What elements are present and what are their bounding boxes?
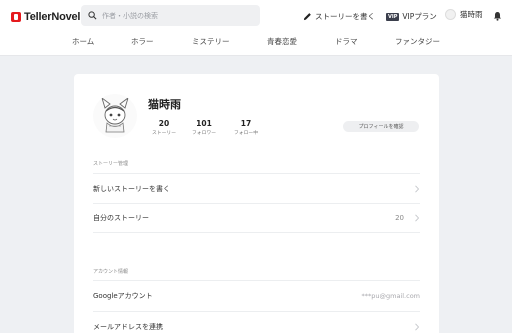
nav-item-mystery[interactable]: ミステリー xyxy=(192,36,230,47)
stat-value: 20 xyxy=(158,119,170,128)
row-new-story[interactable]: 新しいストーリーを書く xyxy=(93,173,420,203)
search-box[interactable] xyxy=(81,5,260,26)
brand-logo[interactable]: TellerNovel xyxy=(11,10,80,24)
top-header: TellerNovel ストーリーを書く VIP VIPプラン 猫時雨 ホーム … xyxy=(0,0,512,56)
avatar xyxy=(445,9,456,20)
row-link-email[interactable]: メールアドレスを連携 xyxy=(93,311,420,333)
row-label: メールアドレスを連携 xyxy=(93,322,163,331)
search-input[interactable] xyxy=(102,11,242,20)
cat-avatar-icon xyxy=(101,96,129,133)
chevron-right-icon xyxy=(415,184,420,193)
chevron-right-icon xyxy=(415,214,420,222)
stat-stories[interactable]: 20 ストーリー xyxy=(144,119,184,136)
nav-item-home[interactable]: ホーム xyxy=(72,36,94,47)
stat-followers[interactable]: 101 フォロワー xyxy=(184,119,224,136)
view-profile-button[interactable]: プロフィールを確認 xyxy=(343,121,419,132)
section-title-account: アカウント情報 xyxy=(93,269,129,275)
genre-nav: ホーム ホラー ミステリー 青春恋愛 ドラマ ファンタジー xyxy=(0,36,512,48)
nav-item-drama[interactable]: ドラマ xyxy=(335,36,358,47)
section-title-stories: ストーリー管理 xyxy=(93,161,129,167)
user-menu[interactable]: 猫時雨 xyxy=(445,9,483,20)
bell-icon[interactable] xyxy=(493,11,502,21)
row-label: 新しいストーリーを書く xyxy=(93,184,170,193)
nav-item-fantasy[interactable]: ファンタジー xyxy=(395,36,440,47)
stat-value: 17 xyxy=(240,119,252,128)
stat-following[interactable]: 17 フォロー中 xyxy=(226,119,266,136)
pencil-icon xyxy=(303,13,311,21)
row-my-stories[interactable]: 自分のストーリー 20 xyxy=(93,203,420,233)
search-icon xyxy=(88,11,97,20)
profile-name: 猫時雨 xyxy=(148,98,181,111)
profile-avatar[interactable] xyxy=(93,94,137,138)
profile-card: 猫時雨 20 ストーリー 101 フォロワー 17 フォロー中 プロフィールを確… xyxy=(74,74,439,333)
row-google-account[interactable]: Googleアカウント ***pu@gmail.com xyxy=(93,280,420,310)
story-count: 20 xyxy=(395,214,404,222)
vip-badge: VIP xyxy=(386,12,400,21)
row-label: 自分のストーリー xyxy=(93,214,149,222)
email-value: ***pu@gmail.com xyxy=(361,291,421,300)
chevron-right-icon xyxy=(415,322,420,331)
stat-label: フォロワー xyxy=(192,131,216,136)
stat-label: フォロー中 xyxy=(234,131,258,136)
stat-label: ストーリー xyxy=(152,131,176,136)
nav-item-youth-romance[interactable]: 青春恋愛 xyxy=(267,36,297,47)
write-story-label: ストーリーを書く xyxy=(315,12,375,21)
stat-value: 101 xyxy=(196,119,212,128)
vip-plan-link[interactable]: VIP VIPプラン xyxy=(386,11,437,22)
logo-icon xyxy=(11,12,21,22)
write-story-link[interactable]: ストーリーを書く xyxy=(303,11,375,22)
vip-plan-label: VIPプラン xyxy=(402,12,437,21)
brand-name: TellerNovel xyxy=(24,11,81,23)
nav-item-horror[interactable]: ホラー xyxy=(131,36,154,47)
row-label: Googleアカウント xyxy=(93,291,153,300)
username: 猫時雨 xyxy=(460,10,483,19)
